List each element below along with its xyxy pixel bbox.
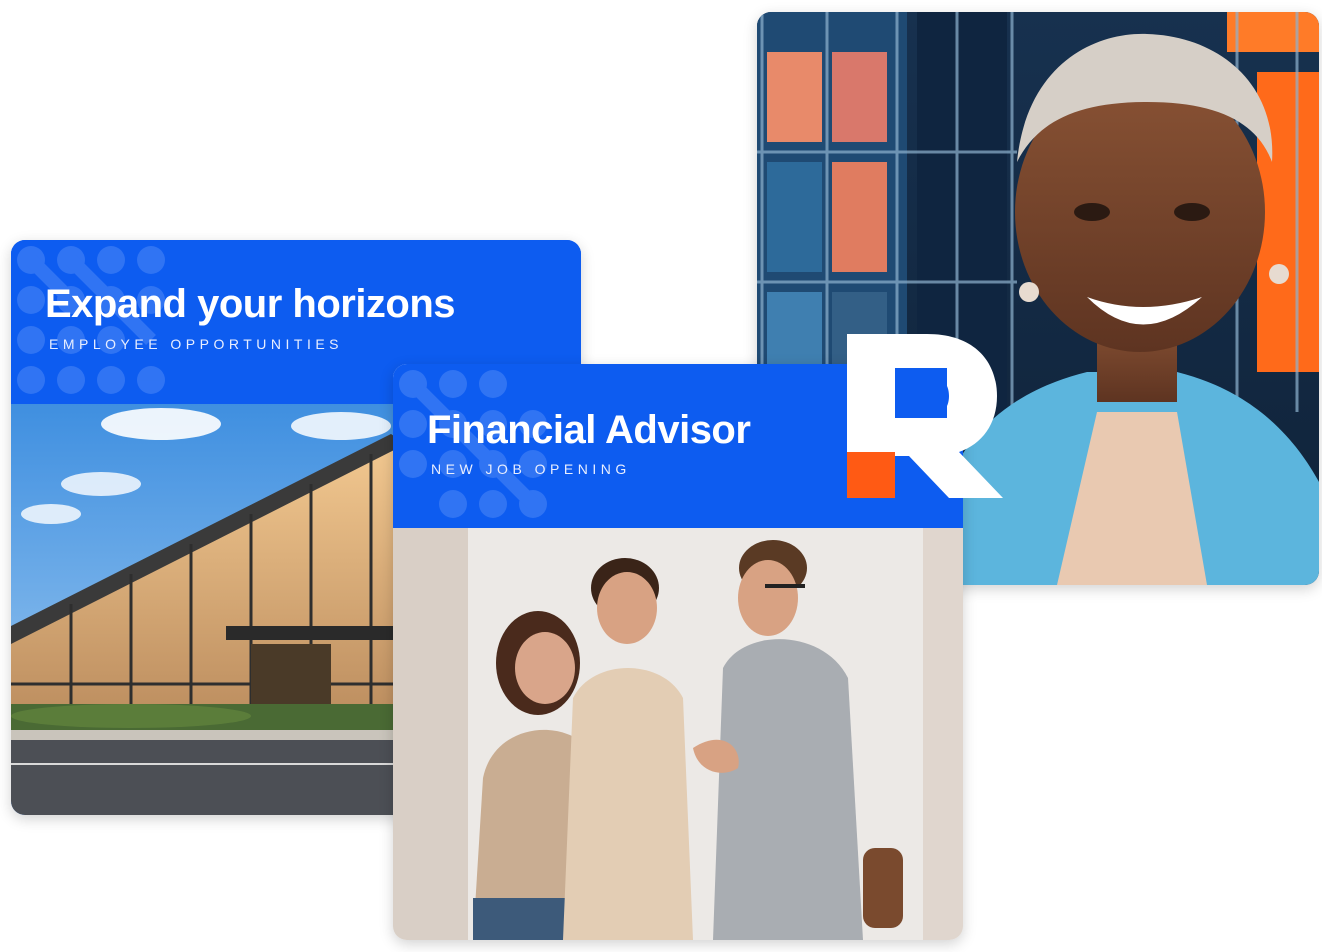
expand-title: Expand your horizons	[45, 282, 456, 326]
financial-title: Financial Advisor	[427, 408, 751, 452]
brand-r-logo-icon	[847, 334, 1003, 498]
meeting-photo	[393, 528, 963, 940]
expand-subtitle: EMPLOYEE OPPORTUNITIES	[49, 336, 344, 352]
financial-subtitle: NEW JOB OPENING	[431, 461, 631, 477]
